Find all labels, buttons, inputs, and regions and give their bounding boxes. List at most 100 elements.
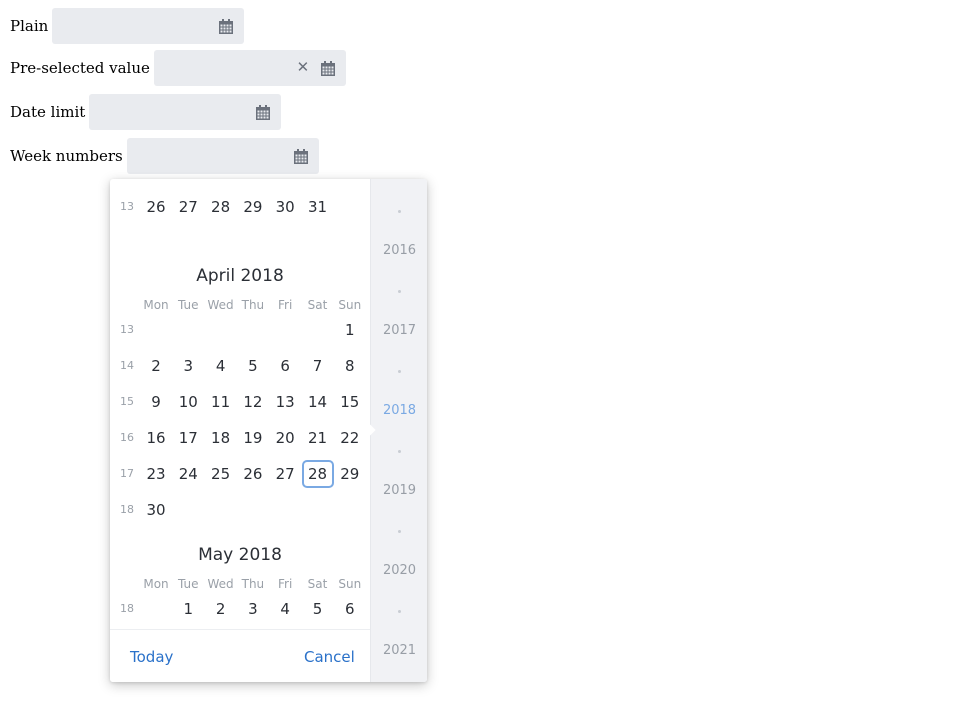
today-button[interactable]: Today xyxy=(130,648,173,666)
calendar-icon[interactable] xyxy=(293,149,309,165)
week-number: 14 xyxy=(120,359,134,372)
day-cell[interactable]: 12 xyxy=(237,388,269,416)
plain-row: Plain xyxy=(10,8,245,44)
year-separator-dot xyxy=(398,290,401,293)
date-limit-input[interactable] xyxy=(89,94,282,130)
year-separator-dot xyxy=(398,450,401,453)
day-cell[interactable]: 19 xyxy=(237,424,269,452)
weekday-header: Fri xyxy=(278,298,293,312)
weekday-header: Sun xyxy=(338,298,362,312)
weekday-header: Thu xyxy=(241,298,265,312)
day-cell[interactable]: 21 xyxy=(302,424,334,452)
day-cell[interactable]: 6 xyxy=(269,352,301,380)
year-item[interactable]: 2017 xyxy=(371,323,427,338)
year-separator-dot xyxy=(398,370,401,373)
day-cell[interactable]: 8 xyxy=(334,352,366,380)
plain-date-input[interactable] xyxy=(52,8,245,44)
weekday-header: Thu xyxy=(241,577,265,591)
day-cell[interactable]: 9 xyxy=(140,388,172,416)
year-item[interactable]: 2016 xyxy=(371,243,427,258)
weekday-header: Sun xyxy=(338,577,362,591)
day-cell[interactable]: 14 xyxy=(302,388,334,416)
calendar-icon[interactable] xyxy=(255,105,271,121)
day-cell[interactable]: 2 xyxy=(205,595,237,623)
week-numbers-label: Week numbers xyxy=(10,147,123,165)
week-numbers-input[interactable] xyxy=(126,138,319,174)
date-limit-label: Date limit xyxy=(10,103,86,121)
week-numbers-row: Week numbers xyxy=(10,138,319,174)
calendar-popup: 13 26 27 28 29 30 31 April 2018 Mon Tue Wed Thu Fri S… xyxy=(110,179,427,682)
year-separator-dot xyxy=(398,610,401,613)
day-cell[interactable]: 22 xyxy=(334,424,366,452)
year-item[interactable]: 2021 xyxy=(371,643,427,658)
year-item-current[interactable]: 2018 xyxy=(371,403,427,418)
month-title: May 2018 xyxy=(198,545,282,565)
weekday-header: Tue xyxy=(178,298,199,312)
day-cell[interactable]: 24 xyxy=(172,460,204,488)
day-cell[interactable]: 16 xyxy=(140,424,172,452)
week-number: 17 xyxy=(120,467,134,480)
day-cell[interactable]: 1 xyxy=(334,316,366,344)
weekday-header: Wed xyxy=(207,298,234,312)
preselected-label: Pre-selected value xyxy=(10,59,150,77)
year-separator-dot xyxy=(398,210,401,213)
preselected-date-input[interactable]: ✕ xyxy=(153,50,346,86)
day-cell[interactable]: 27 xyxy=(269,460,301,488)
month-title: April 2018 xyxy=(196,266,284,286)
day-cell[interactable]: 26 xyxy=(140,193,172,221)
cancel-button[interactable]: Cancel xyxy=(304,648,355,666)
weekday-header: Tue xyxy=(178,577,199,591)
day-cell[interactable]: 29 xyxy=(237,193,269,221)
calendar-footer: Today Cancel xyxy=(110,629,370,682)
day-cell[interactable]: 17 xyxy=(172,424,204,452)
week-number: 13 xyxy=(120,323,134,336)
year-item[interactable]: 2019 xyxy=(371,483,427,498)
year-selector[interactable]: 2016 2017 2018 2019 2020 2021 xyxy=(370,179,427,682)
day-cell[interactable]: 30 xyxy=(140,496,172,524)
day-cell[interactable]: 7 xyxy=(302,352,334,380)
day-cell[interactable]: 26 xyxy=(237,460,269,488)
weekday-header: Mon xyxy=(143,577,169,591)
year-item[interactable]: 2020 xyxy=(371,563,427,578)
week-number: 18 xyxy=(120,503,134,516)
day-cell[interactable]: 13 xyxy=(269,388,301,416)
weekday-header: Sat xyxy=(307,577,328,591)
calendar-months-scroll[interactable]: 13 26 27 28 29 30 31 April 2018 Mon Tue Wed Thu Fri S… xyxy=(110,179,370,629)
day-cell[interactable]: 5 xyxy=(237,352,269,380)
day-cell[interactable]: 10 xyxy=(172,388,204,416)
weekday-header: Sat xyxy=(307,298,328,312)
day-cell[interactable]: 3 xyxy=(172,352,204,380)
day-cell[interactable]: 31 xyxy=(302,193,334,221)
day-cell[interactable]: 3 xyxy=(237,595,269,623)
day-cell[interactable]: 18 xyxy=(205,424,237,452)
day-cell[interactable]: 30 xyxy=(269,193,301,221)
day-cell[interactable]: 29 xyxy=(334,460,366,488)
day-cell[interactable]: 25 xyxy=(205,460,237,488)
calendar-icon[interactable] xyxy=(218,19,234,35)
day-cell[interactable]: 4 xyxy=(269,595,301,623)
weekday-header: Wed xyxy=(207,577,234,591)
week-number: 16 xyxy=(120,431,134,444)
day-cell[interactable]: 20 xyxy=(269,424,301,452)
clear-icon[interactable]: ✕ xyxy=(296,60,310,75)
day-cell[interactable]: 5 xyxy=(302,595,334,623)
selected-day-cell[interactable]: 28 xyxy=(301,460,334,488)
week-number: 15 xyxy=(120,395,134,408)
preselected-row: Pre-selected value ✕ xyxy=(10,50,346,86)
weekday-header: Mon xyxy=(143,298,169,312)
plain-label: Plain xyxy=(10,17,49,35)
week-number: 13 xyxy=(120,200,134,213)
calendar-icon[interactable] xyxy=(320,61,336,77)
year-separator-dot xyxy=(398,530,401,533)
day-cell[interactable]: 6 xyxy=(334,595,366,623)
day-cell[interactable]: 1 xyxy=(172,595,204,623)
day-cell[interactable]: 23 xyxy=(140,460,172,488)
day-cell[interactable]: 15 xyxy=(334,388,366,416)
day-cell[interactable]: 4 xyxy=(205,352,237,380)
day-cell[interactable]: 2 xyxy=(140,352,172,380)
weekday-header: Fri xyxy=(278,577,293,591)
day-cell[interactable]: 27 xyxy=(172,193,204,221)
day-cell[interactable]: 28 xyxy=(205,193,237,221)
week-number: 18 xyxy=(120,602,134,615)
day-cell[interactable]: 11 xyxy=(205,388,237,416)
